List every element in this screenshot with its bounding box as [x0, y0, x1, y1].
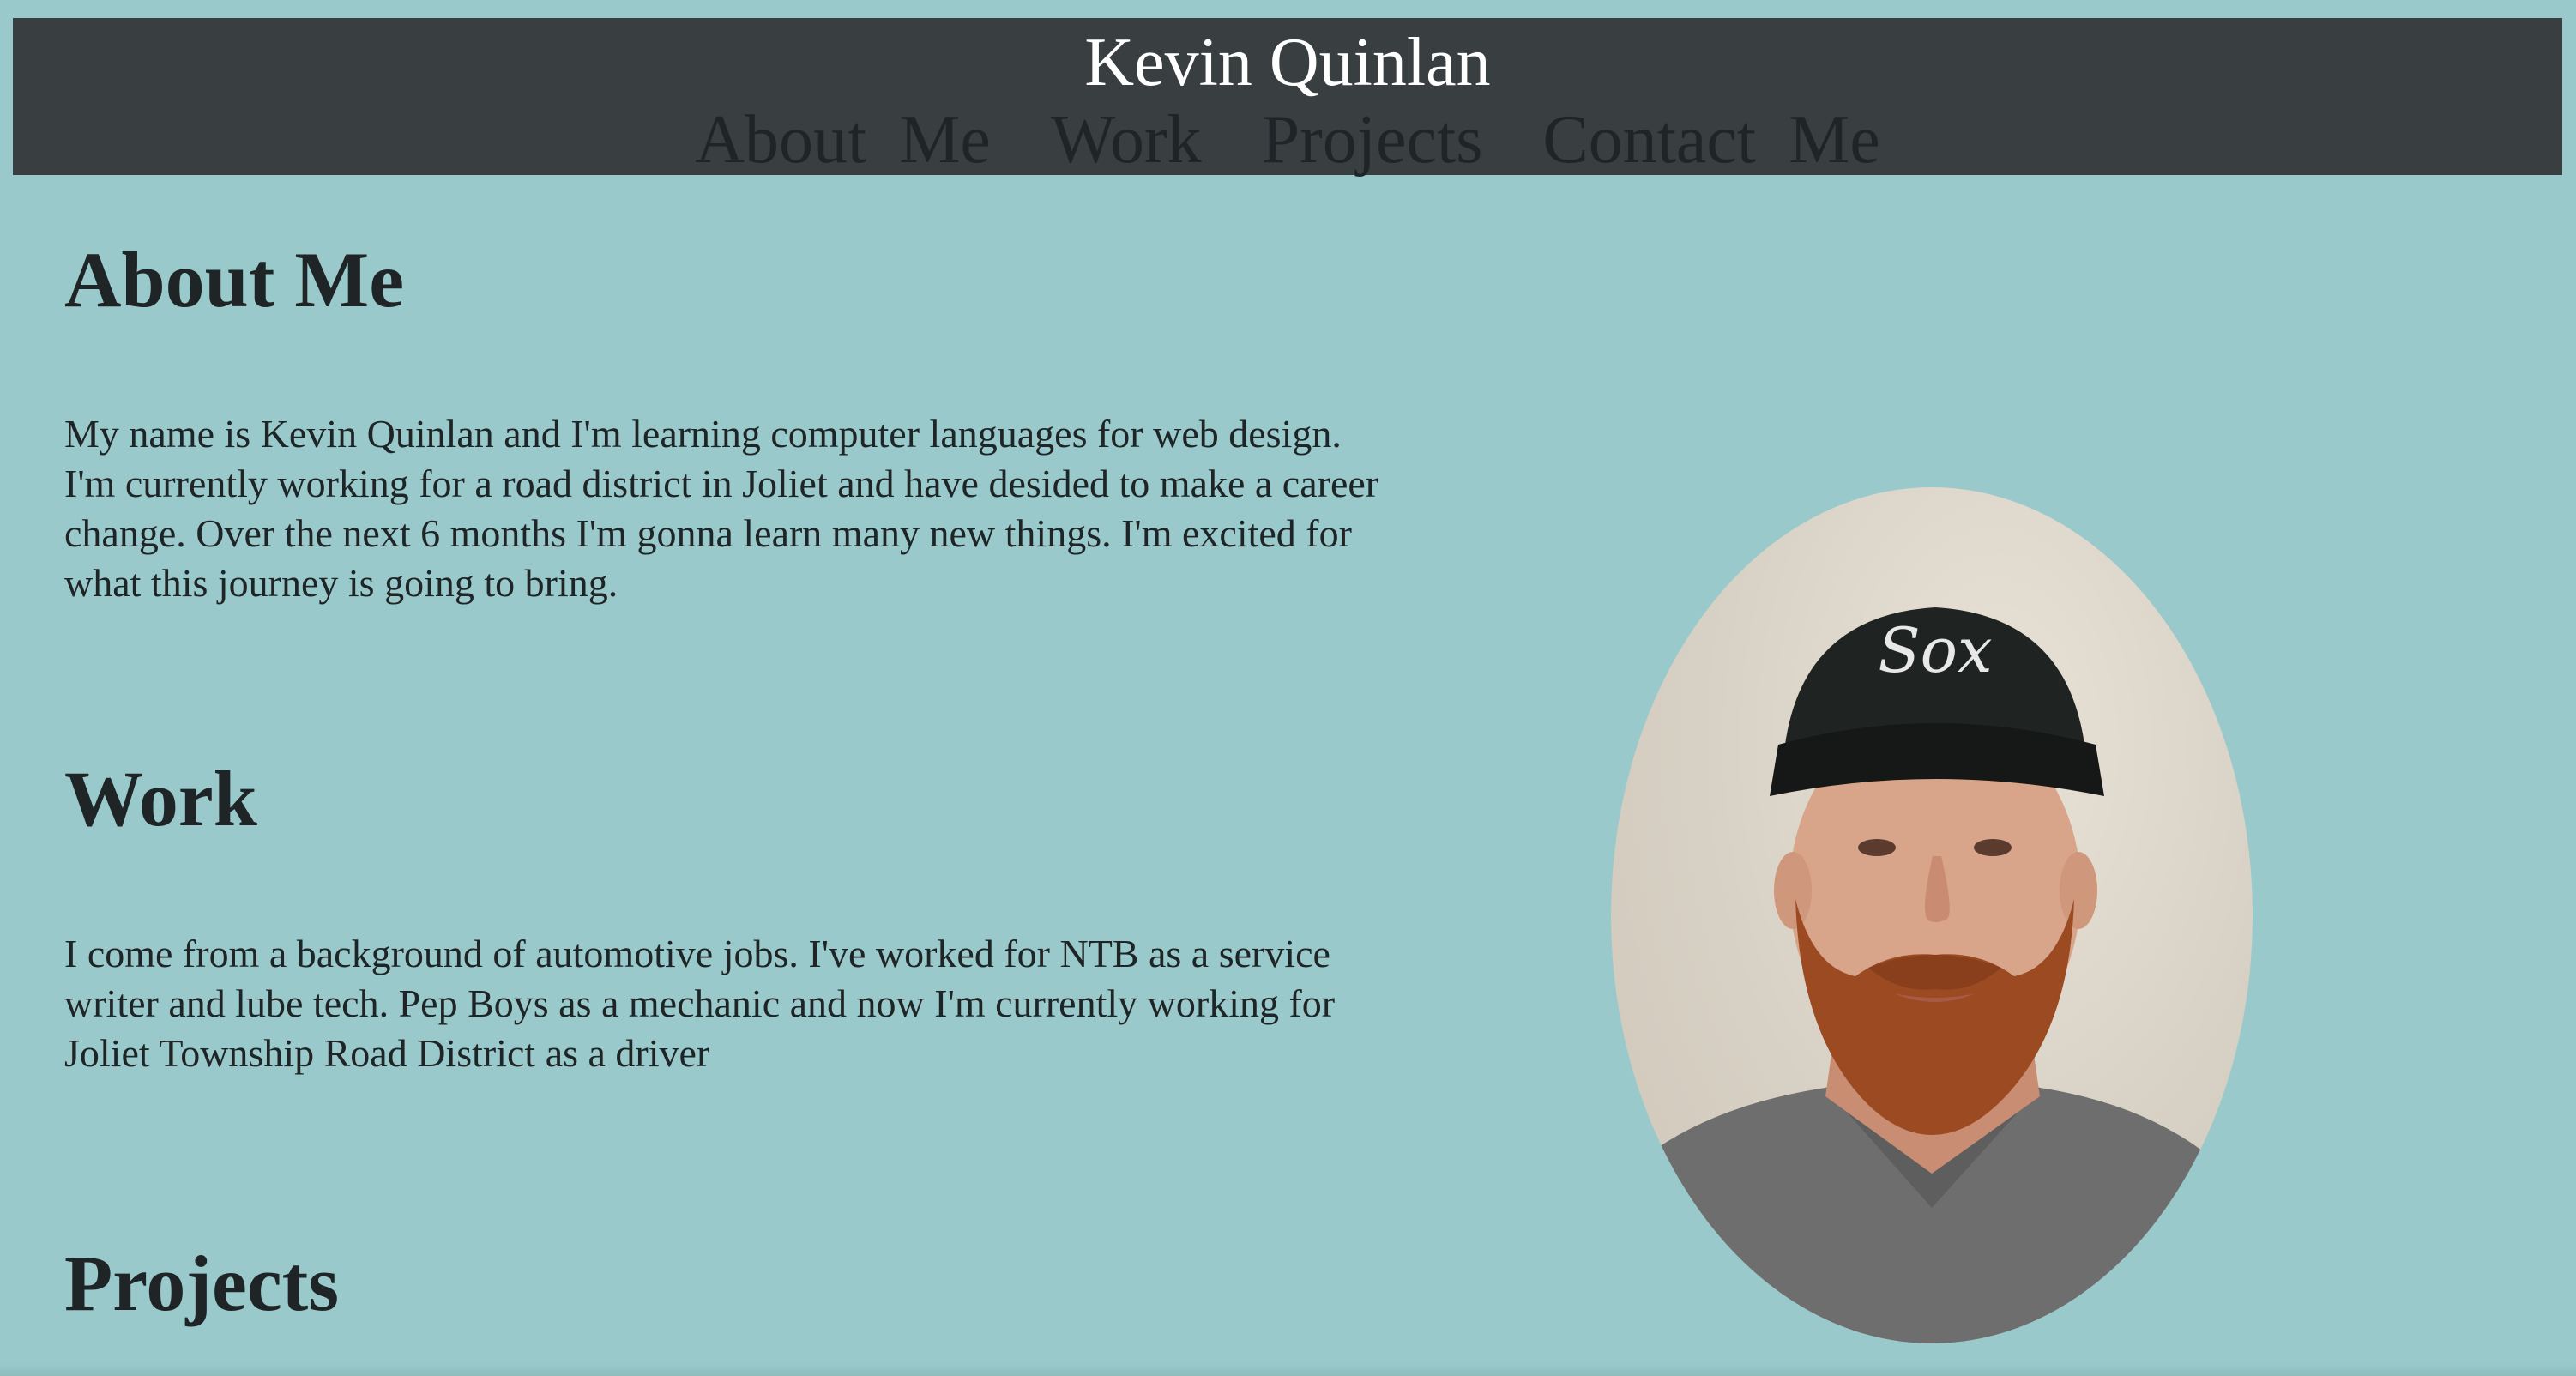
main-nav: About Me Work Projects Contact Me: [13, 106, 2562, 174]
nav-link-about-me[interactable]: About Me: [695, 106, 991, 174]
nav-link-contact-me[interactable]: Contact Me: [1542, 106, 1879, 174]
site-title: Kevin Quinlan: [1084, 25, 1491, 100]
profile-photo: Sox: [1611, 487, 2253, 1343]
svg-text:Sox: Sox: [1878, 614, 1992, 686]
work-text: I come from a background of automotive j…: [64, 932, 1336, 1075]
top-strip: [0, 0, 2576, 9]
projects-heading: Projects: [64, 1240, 340, 1327]
profile-photo-illustration: Sox: [1611, 607, 2253, 1343]
nav-link-work[interactable]: Work: [1051, 106, 1202, 174]
bottom-edge: [0, 1364, 2576, 1376]
site-header: Kevin Quinlan About Me Work Projects Con…: [13, 18, 2562, 175]
nav-link-projects[interactable]: Projects: [1262, 106, 1483, 174]
work-heading: Work: [64, 755, 257, 842]
about-heading: About Me: [64, 236, 405, 323]
about-text: My name is Kevin Quinlan and I'm learnin…: [64, 412, 1379, 605]
